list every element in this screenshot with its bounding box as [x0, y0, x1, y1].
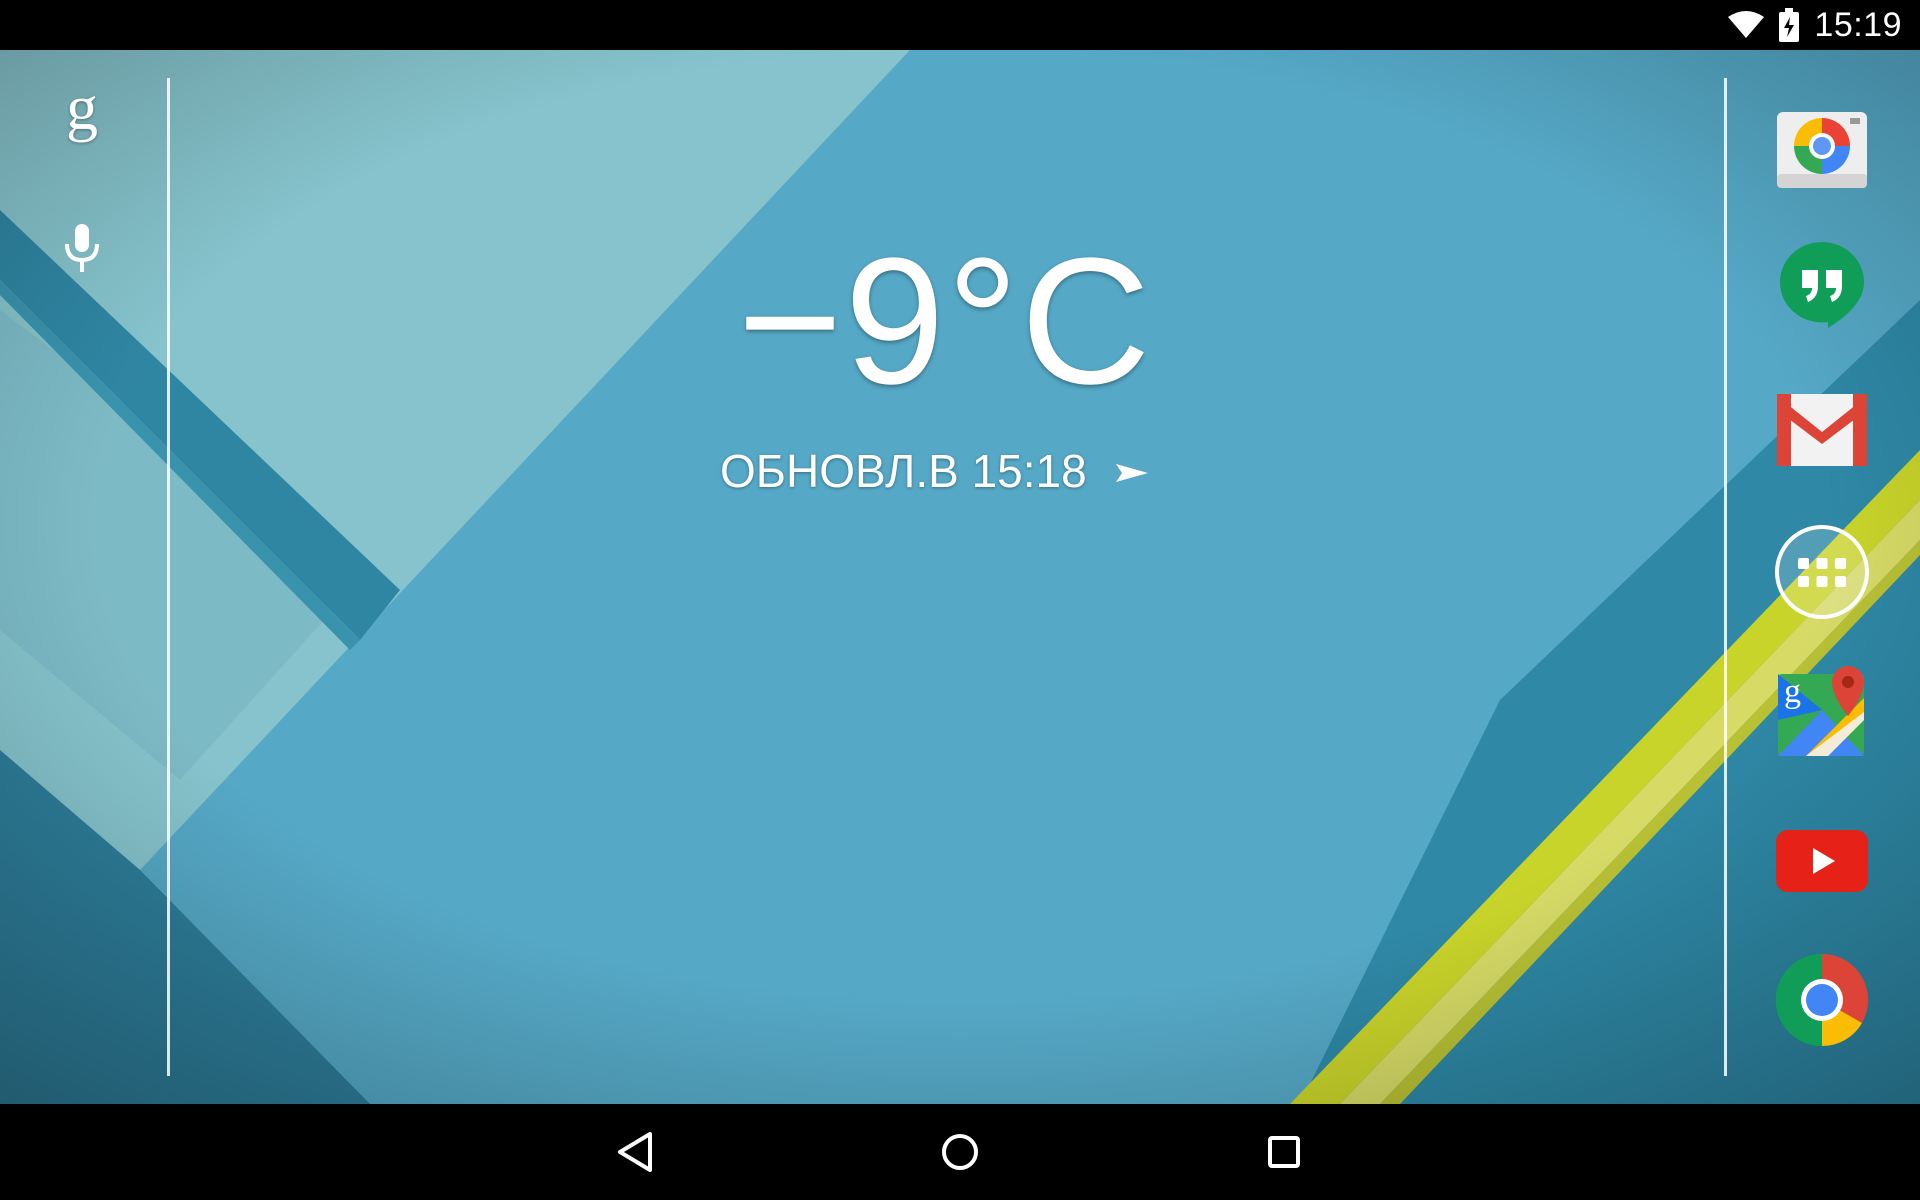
- chrome-app-icon[interactable]: [1772, 950, 1872, 1050]
- hangouts-app-icon[interactable]: [1772, 236, 1872, 336]
- status-bar: 15:19: [0, 0, 1920, 50]
- refresh-arrow-icon[interactable]: [1114, 462, 1150, 484]
- camera-app-icon[interactable]: [1772, 102, 1872, 202]
- wifi-icon: [1728, 11, 1765, 38]
- navigation-bar: [0, 1104, 1920, 1200]
- weather-updated-label: ОБНОВЛ.В 15:18: [720, 445, 1087, 497]
- left-divider: [167, 78, 170, 1076]
- wallpaper: [0, 50, 1920, 1104]
- microphone-icon[interactable]: [60, 222, 104, 274]
- home-icon[interactable]: [930, 1124, 990, 1180]
- youtube-app-icon[interactable]: [1772, 808, 1872, 908]
- battery-charging-icon: [1779, 8, 1800, 42]
- temperature-display[interactable]: −9°C: [735, 222, 1155, 422]
- wallpaper-art: [0, 50, 1920, 1104]
- gmail-app-icon[interactable]: [1772, 380, 1872, 480]
- svg-text:g: g: [1784, 673, 1801, 710]
- status-icons: 15:19: [1728, 0, 1902, 50]
- status-time: 15:19: [1814, 5, 1902, 44]
- right-divider: [1724, 78, 1727, 1076]
- app-drawer-icon[interactable]: [1772, 522, 1872, 622]
- google-search-icon[interactable]: g: [58, 76, 106, 140]
- back-icon[interactable]: [606, 1124, 666, 1180]
- recents-icon[interactable]: [1254, 1124, 1314, 1180]
- maps-app-icon[interactable]: g: [1772, 664, 1872, 764]
